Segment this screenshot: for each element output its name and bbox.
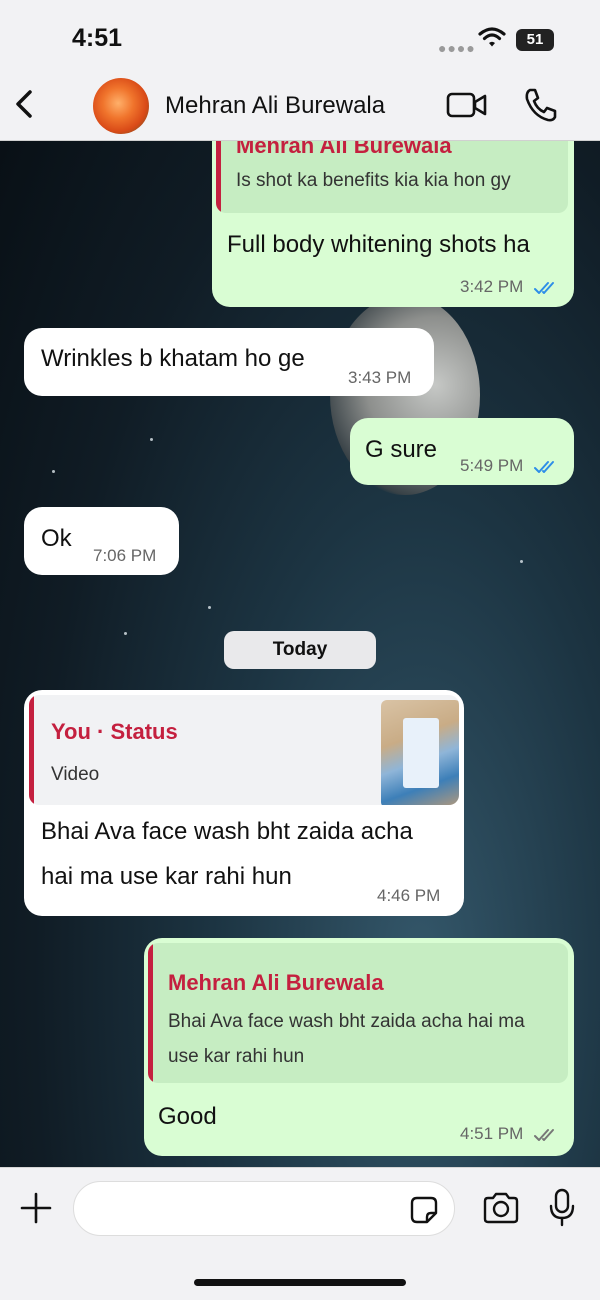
message-time: 4:46 PM <box>377 886 441 905</box>
plus-icon[interactable] <box>18 1190 54 1226</box>
message-text-line: Bhai Ava face wash bht zaida acha <box>41 818 413 845</box>
chat-header: Mehran Ali Burewala <box>0 70 600 141</box>
product-box <box>403 718 439 788</box>
battery-indicator: 51 <box>516 29 554 51</box>
message-time: 3:43 PM <box>348 368 412 387</box>
signal-icon: ●●●● <box>438 40 476 56</box>
video-camera-icon[interactable] <box>446 90 488 120</box>
home-indicator <box>194 1279 406 1286</box>
sticker-icon[interactable] <box>409 1195 439 1225</box>
wifi-icon <box>478 27 506 47</box>
incoming-message[interactable]: Wrinkles b khatam ho ge 3:43 PM <box>24 328 434 396</box>
status-bar: 4:51 ●●●● 51 <box>0 0 600 70</box>
double-check-icon <box>534 1128 555 1141</box>
outgoing-message[interactable]: G sure 5:49 PM <box>350 418 574 485</box>
microphone-icon[interactable] <box>548 1188 576 1228</box>
quote-text: Video <box>51 764 100 785</box>
quote-accent-bar <box>216 141 221 213</box>
incoming-message[interactable]: You · Status Video Bhai Ava face wash bh… <box>24 690 464 916</box>
message-text-line: hai ma use kar rahi hun <box>41 863 292 890</box>
message-text: Good <box>158 1103 217 1130</box>
incoming-message[interactable]: Ok 7:06 PM <box>24 507 179 575</box>
status-video-thumbnail[interactable] <box>381 700 459 805</box>
outgoing-message[interactable]: Mehran Ali Burewala Is shot ka benefits … <box>212 141 574 307</box>
quote-author: Mehran Ali Burewala <box>168 970 384 995</box>
message-time: 7:06 PM <box>93 546 157 565</box>
message-text: Ok <box>41 525 72 552</box>
quote-text: Is shot ka benefits kia kia hon gy <box>236 170 511 191</box>
double-check-icon <box>534 460 555 473</box>
quote-author: You · Status <box>51 719 178 744</box>
quoted-message[interactable]: Mehran Ali Burewala Bhai Ava face wash b… <box>148 943 568 1083</box>
outgoing-message[interactable]: Mehran Ali Burewala Bhai Ava face wash b… <box>144 938 574 1156</box>
quote-accent-bar <box>148 943 153 1083</box>
quote-author: Mehran Ali Burewala <box>236 141 452 158</box>
quoted-status[interactable]: You · Status Video <box>29 695 459 805</box>
quote-text-line: use kar rahi hun <box>168 1046 305 1067</box>
message-meta: 3:42 PM <box>460 277 558 297</box>
contact-name[interactable]: Mehran Ali Burewala <box>165 92 385 120</box>
quote-text-line: Bhai Ava face wash bht zaida acha hai ma <box>168 1011 525 1032</box>
message-meta: 5:49 PM <box>460 456 558 476</box>
phone-icon[interactable] <box>523 87 557 123</box>
message-text: G sure <box>365 436 438 463</box>
message-text: Wrinkles b khatam ho ge <box>41 345 305 372</box>
quote-accent-bar <box>29 695 34 805</box>
message-meta: 4:51 PM <box>460 1124 558 1144</box>
quoted-message[interactable]: Mehran Ali Burewala Is shot ka benefits … <box>216 141 568 213</box>
back-chevron-icon[interactable] <box>10 84 40 124</box>
camera-icon[interactable] <box>482 1192 520 1224</box>
message-text: Full body whitening shots ha <box>227 231 530 258</box>
message-list[interactable]: Mehran Ali Burewala Is shot ka benefits … <box>0 141 600 1166</box>
clock: 4:51 <box>72 24 123 52</box>
double-check-icon <box>534 281 555 294</box>
message-time: 5:49 PM <box>460 456 524 475</box>
message-input[interactable] <box>73 1181 455 1236</box>
message-time: 3:42 PM <box>460 277 524 296</box>
avatar[interactable] <box>93 78 149 134</box>
message-time: 4:51 PM <box>460 1124 524 1143</box>
date-separator: Today <box>224 631 376 669</box>
